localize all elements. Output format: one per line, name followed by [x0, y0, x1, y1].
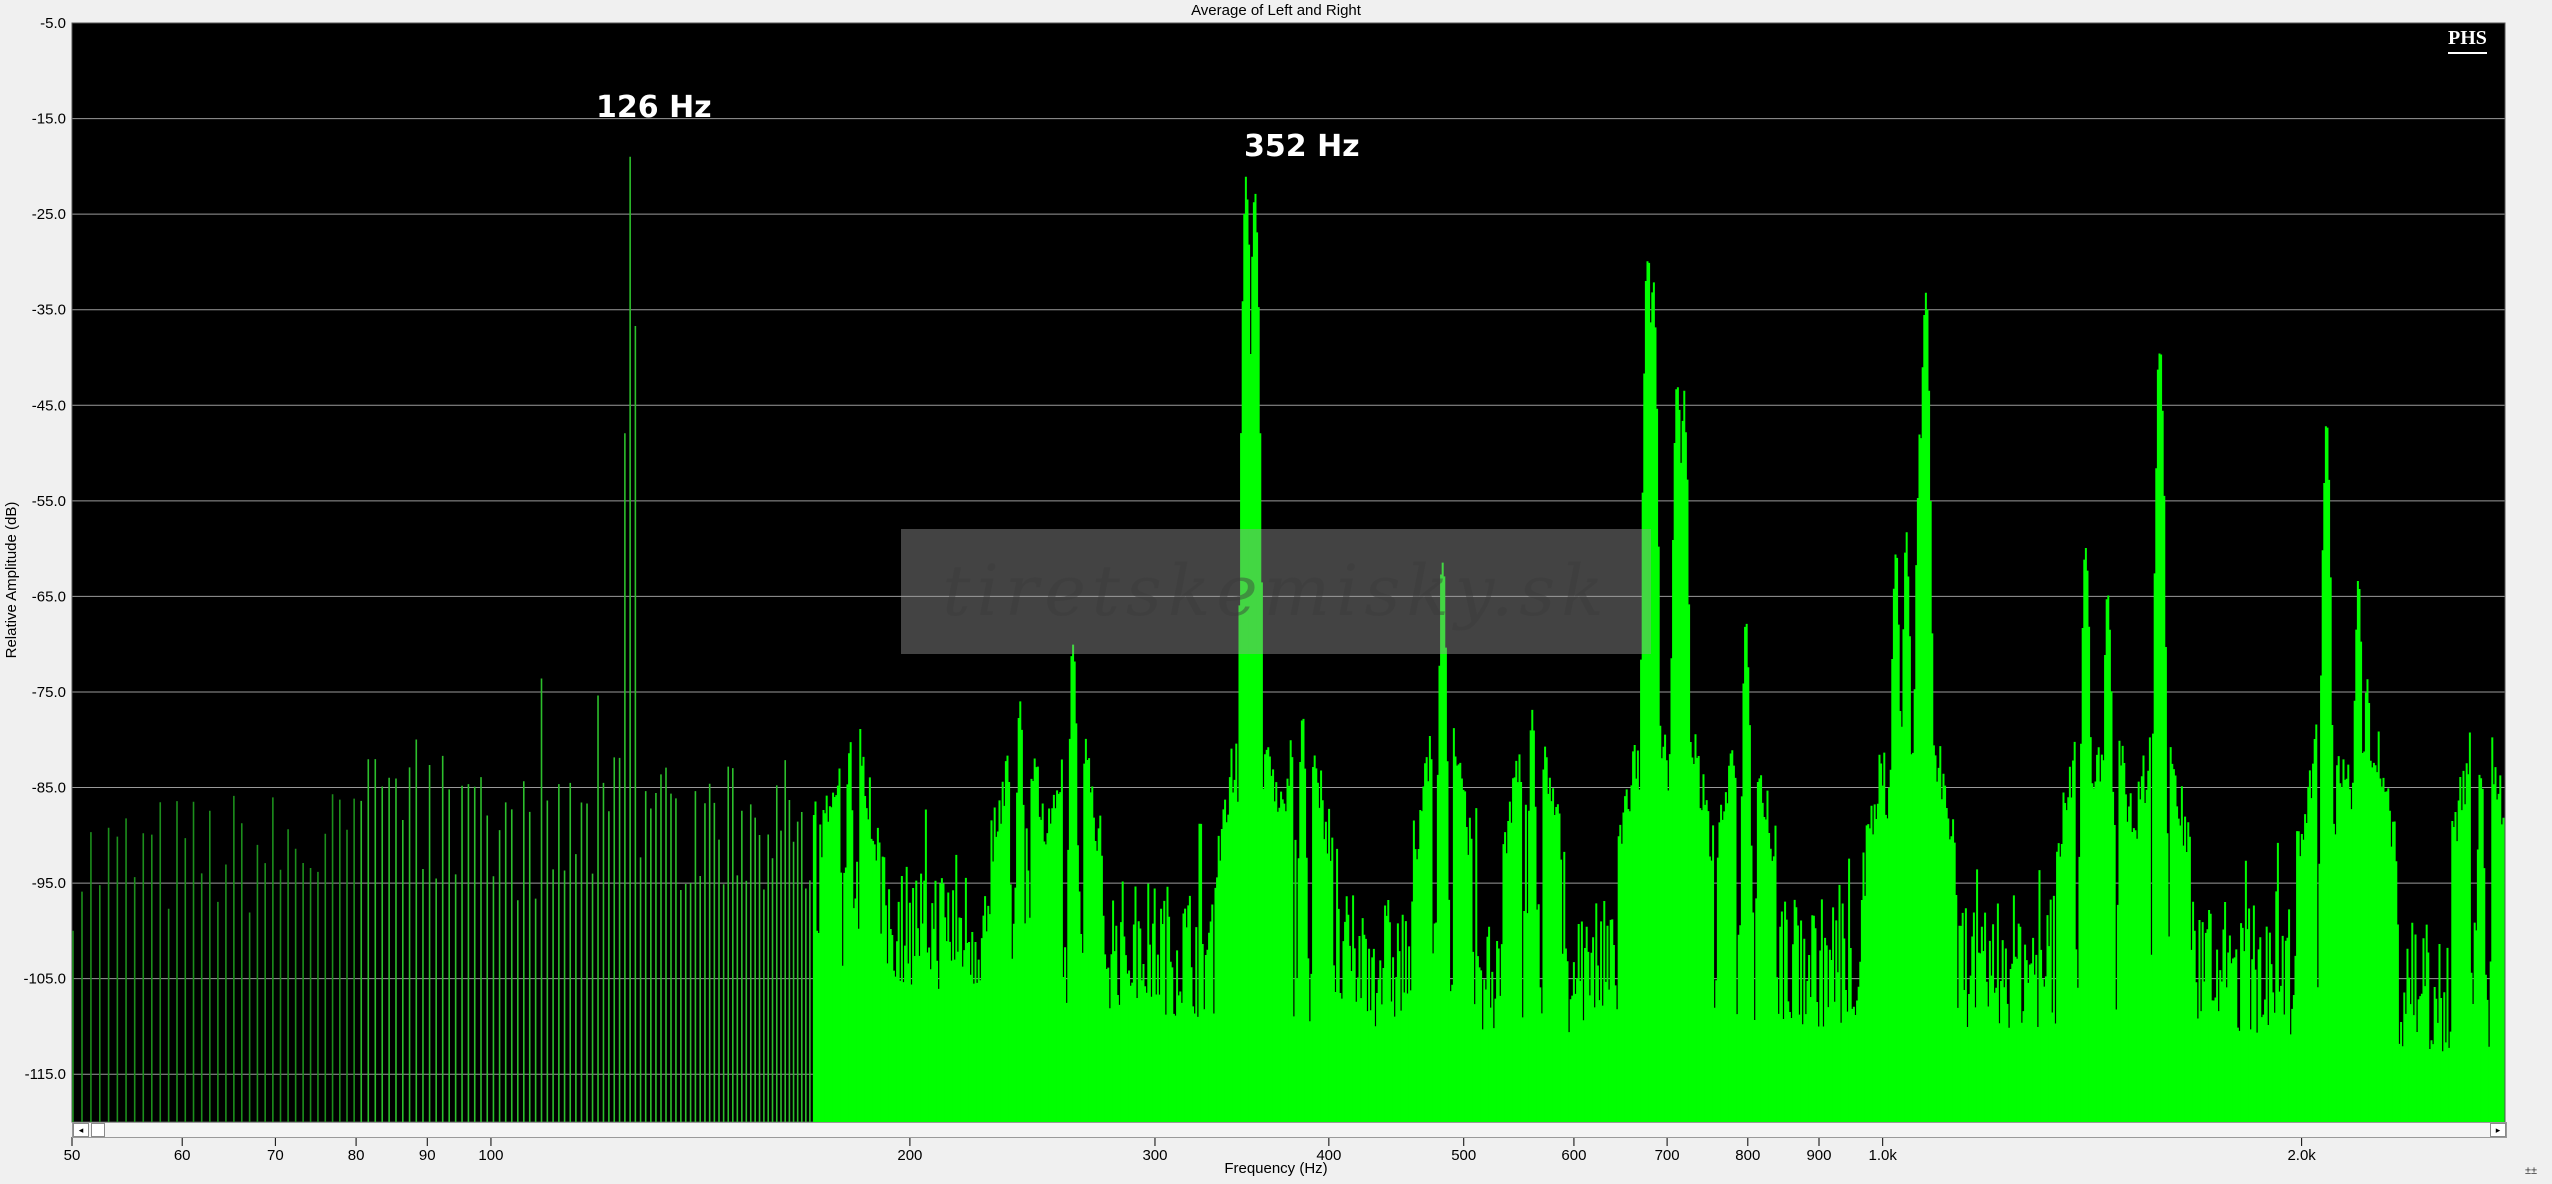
x-tick-label: 500 [1451, 1147, 1476, 1164]
x-tick-label: 800 [1735, 1147, 1760, 1164]
y-tick-label: -75.0 [32, 684, 66, 701]
x-tick-label: 70 [267, 1147, 284, 1164]
y-tick-label: -25.0 [32, 206, 66, 223]
x-tick-label: 900 [1806, 1147, 1831, 1164]
x-axis: 50 60 70 80 90 100 200 300 400 500 600 700 800 900 1.0… [64, 1137, 2316, 1164]
y-tick-label: -15.0 [32, 111, 66, 128]
annotation-352hz: 352 Hz [1244, 129, 1360, 164]
horizontal-scrollbar[interactable]: ◂ ▸ [72, 1122, 2507, 1138]
y-tick-label: -55.0 [32, 493, 66, 510]
x-tick-label: 400 [1316, 1147, 1341, 1164]
watermark: tiretskemisky.sk [901, 529, 1651, 654]
x-tick-label: 600 [1561, 1147, 1586, 1164]
y-axis: -5.0 -15.0 -25.0 -35.0 -45.0 -55.0 -65.0 -75.0 -… [23, 15, 66, 1083]
x-tick-label: 100 [478, 1147, 503, 1164]
x-tick-label: 60 [174, 1147, 191, 1164]
y-tick-label: -65.0 [32, 588, 66, 605]
scroll-left-button[interactable]: ◂ [73, 1123, 89, 1137]
x-tick-label: 1.0k [1868, 1147, 1897, 1164]
y-tick-label: -45.0 [32, 397, 66, 414]
y-tick-label: -5.0 [40, 15, 66, 32]
watermark-text: tiretskemisky.sk [942, 550, 1610, 632]
x-tick-label: 90 [419, 1147, 436, 1164]
scroll-thumb[interactable] [91, 1123, 105, 1137]
y-tick-label: -115.0 [25, 1066, 66, 1083]
x-tick-label: 700 [1655, 1147, 1680, 1164]
x-tick-label: 50 [64, 1147, 81, 1164]
x-tick-label: 200 [897, 1147, 922, 1164]
y-tick-label: -85.0 [32, 780, 66, 797]
y-tick-label: -105.0 [23, 971, 66, 988]
x-tick-label: 300 [1142, 1147, 1167, 1164]
x-tick-label: 80 [348, 1147, 365, 1164]
x-tick-label: 2.0k [2287, 1147, 2316, 1164]
y-tick-label: -95.0 [32, 875, 66, 892]
zoom-icon[interactable]: ±± [2525, 1165, 2537, 1177]
phs-logo: PHS [2448, 26, 2487, 54]
y-tick-label: -35.0 [32, 302, 66, 319]
scroll-right-button[interactable]: ▸ [2490, 1123, 2506, 1137]
annotation-126hz: 126 Hz [596, 90, 712, 125]
